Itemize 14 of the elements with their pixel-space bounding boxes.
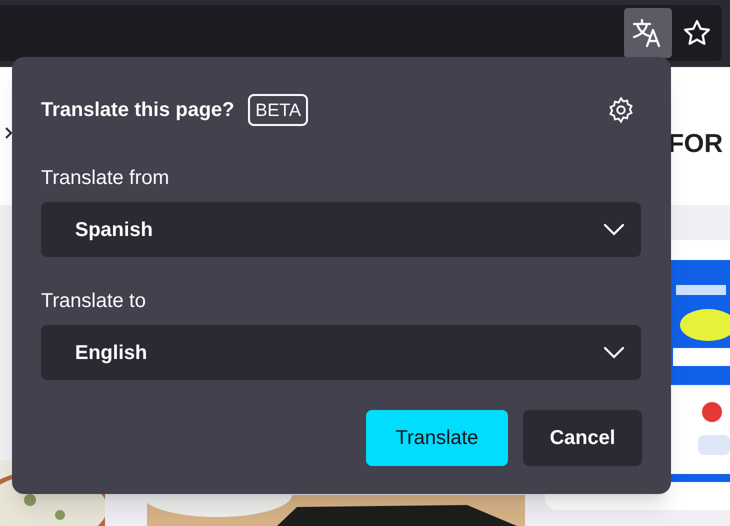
star-icon[interactable] xyxy=(682,18,712,48)
settings-icon[interactable] xyxy=(607,96,635,124)
chevron-down-icon xyxy=(603,346,625,360)
field-label: Translate to xyxy=(41,289,147,314)
language-dropdown[interactable]: English xyxy=(41,325,641,380)
translate-button[interactable] xyxy=(624,8,672,58)
cancel-button[interactable]: Cancel xyxy=(523,410,642,466)
field-label: Translate from xyxy=(41,166,170,191)
chevron-down-icon xyxy=(603,222,625,236)
popup-title: Translate this page? xyxy=(41,98,234,123)
chevron-icon xyxy=(4,127,14,139)
language-dropdown[interactable]: Spanish xyxy=(41,202,641,257)
translate-button[interactable]: Translate xyxy=(366,410,508,466)
beta-badge: BETA xyxy=(248,94,308,126)
